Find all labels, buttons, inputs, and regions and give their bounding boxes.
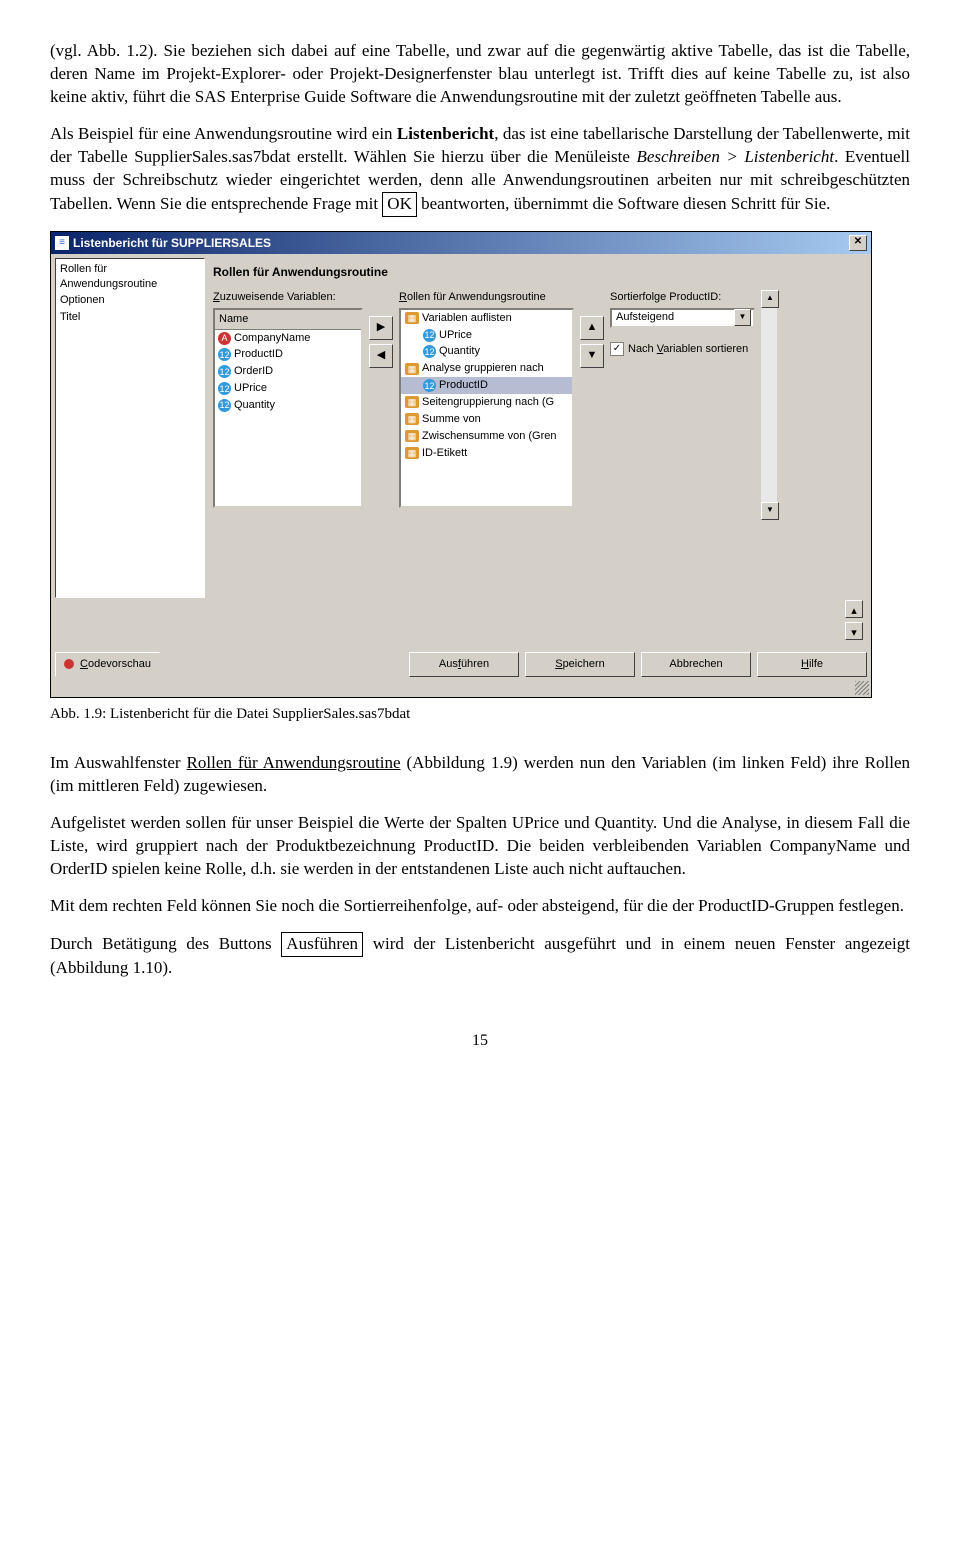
scroll-track[interactable] bbox=[761, 308, 777, 502]
var-orderid[interactable]: 12OrderID bbox=[215, 363, 361, 380]
underlined-term: Rollen für Anwendungsroutine bbox=[187, 753, 401, 772]
ok-button-ref: OK bbox=[382, 192, 417, 217]
code-preview-toggle[interactable]: Codevorschau bbox=[55, 652, 160, 677]
role-subtotal[interactable]: ▦Zwischensumme von (Gren bbox=[401, 428, 572, 445]
dialog-footer: Codevorschau Ausführen Speichern Abbrech… bbox=[51, 648, 871, 681]
num-var-icon: 12 bbox=[423, 329, 436, 342]
listbox-header[interactable]: Name bbox=[215, 310, 361, 330]
role-productid[interactable]: 12ProductID bbox=[401, 377, 572, 394]
category-nav[interactable]: Rollen für Anwendungsroutine Optionen Ti… bbox=[55, 258, 205, 598]
role-uprice[interactable]: 12UPrice bbox=[401, 327, 572, 344]
move-up-button[interactable]: ▲ bbox=[580, 316, 604, 340]
var-productid[interactable]: 12ProductID bbox=[215, 346, 361, 363]
save-button[interactable]: Speichern bbox=[525, 652, 635, 677]
text-run: Im Auswahlfenster bbox=[50, 753, 187, 772]
window-title: Listenbericht für SUPPLIERSALES bbox=[73, 235, 271, 251]
text-run: Als Beispiel für eine Anwendungsroutine … bbox=[50, 124, 397, 143]
body-paragraph: Aufgelistet werden sollen für unser Beis… bbox=[50, 812, 910, 881]
menu-path: Beschreiben > Listenbericht bbox=[636, 147, 834, 166]
roles-treeview[interactable]: ▦Variablen auflisten 12UPrice 12Quantity… bbox=[399, 308, 574, 508]
var-quantity[interactable]: 12Quantity bbox=[215, 397, 361, 414]
figure-caption: Abb. 1.9: Listenbericht für die Datei Su… bbox=[50, 704, 910, 724]
scroll-down-icon[interactable]: ▼ bbox=[761, 502, 779, 520]
num-var-icon: 12 bbox=[423, 345, 436, 358]
num-var-icon: 12 bbox=[218, 382, 231, 395]
listbericht-dialog: ≡ Listenbericht für SUPPLIERSALES ✕ Roll… bbox=[50, 231, 872, 698]
checkbox-label: Nach Variablen sortieren bbox=[628, 342, 748, 357]
group-icon: ▦ bbox=[405, 396, 419, 408]
scroll-up-icon[interactable]: ▲ bbox=[761, 290, 779, 308]
group-icon: ▦ bbox=[405, 413, 419, 425]
panel-heading: Rollen für Anwendungsroutine bbox=[213, 264, 863, 280]
term-listbericht: Listenbericht bbox=[397, 124, 494, 143]
label-sort: Sortierfolge ProductID: bbox=[610, 290, 755, 305]
main-panel: Rollen für Anwendungsroutine Zuzuweisend… bbox=[209, 258, 867, 644]
var-companyname[interactable]: ACompanyName bbox=[215, 330, 361, 347]
role-sum[interactable]: ▦Summe von bbox=[401, 411, 572, 428]
window-titlebar[interactable]: ≡ Listenbericht für SUPPLIERSALES ✕ bbox=[51, 232, 871, 254]
group-icon: ▦ bbox=[405, 430, 419, 442]
var-uprice[interactable]: 12UPrice bbox=[215, 380, 361, 397]
panel-scrollbar[interactable]: ▲ ▼ bbox=[761, 290, 777, 520]
dropdown-value: Aufsteigend bbox=[616, 310, 674, 325]
label-roles: Rollen für Anwendungsroutine bbox=[399, 290, 574, 305]
ausfuehren-button-ref: Ausführen bbox=[281, 932, 363, 957]
text-run: Durch Betätigung des Buttons bbox=[50, 934, 281, 953]
nav-item-optionen[interactable]: Optionen bbox=[58, 292, 202, 309]
role-groupby[interactable]: ▦Analyse gruppieren nach bbox=[401, 360, 572, 377]
help-button[interactable]: Hilfe bbox=[757, 652, 867, 677]
num-var-icon: 12 bbox=[218, 348, 231, 361]
scroll-up-small[interactable]: ▴ bbox=[845, 600, 863, 618]
body-paragraph: Mit dem rechten Feld können Sie noch die… bbox=[50, 895, 910, 918]
sort-order-dropdown[interactable]: Aufsteigend ▼ bbox=[610, 308, 755, 328]
variables-listbox[interactable]: Name ACompanyName 12ProductID 12OrderID … bbox=[213, 308, 363, 508]
text-run: beantworten, übernimmt die Software dies… bbox=[417, 194, 831, 213]
checkbox-icon[interactable]: ✓ bbox=[610, 342, 624, 356]
window-sys-icon[interactable]: ≡ bbox=[55, 236, 69, 250]
group-icon: ▦ bbox=[405, 363, 419, 375]
code-preview-label: Codevorschau bbox=[80, 657, 151, 672]
body-paragraph: Durch Betätigung des Buttons Ausführen w… bbox=[50, 932, 910, 980]
body-paragraph: Als Beispiel für eine Anwendungsroutine … bbox=[50, 123, 910, 217]
role-list-vars[interactable]: ▦Variablen auflisten bbox=[401, 310, 572, 327]
body-paragraph: Im Auswahlfenster Rollen für Anwendungsr… bbox=[50, 752, 910, 798]
group-icon: ▦ bbox=[405, 312, 419, 324]
close-button[interactable]: ✕ bbox=[849, 235, 867, 251]
role-pagegroup[interactable]: ▦Seitengruppierung nach (G bbox=[401, 394, 572, 411]
num-var-icon: 12 bbox=[423, 379, 436, 392]
label-assign-vars: Zuzuweisende Variablen: bbox=[213, 290, 363, 305]
text-var-icon: A bbox=[218, 332, 231, 345]
scroll-down-small[interactable]: ▾ bbox=[845, 622, 863, 640]
remove-button[interactable]: ◀ bbox=[369, 344, 393, 368]
num-var-icon: 12 bbox=[218, 365, 231, 378]
sort-by-vars-checkbox[interactable]: ✓ Nach Variablen sortieren bbox=[610, 342, 755, 357]
resize-grip[interactable] bbox=[51, 681, 871, 697]
nav-item-rollen[interactable]: Rollen für Anwendungsroutine bbox=[58, 261, 202, 293]
grip-icon bbox=[855, 681, 869, 695]
run-button[interactable]: Ausführen bbox=[409, 652, 519, 677]
dropdown-arrow-icon[interactable]: ▼ bbox=[734, 309, 751, 326]
role-idlabel[interactable]: ▦ID-Etikett bbox=[401, 445, 572, 462]
move-down-button[interactable]: ▼ bbox=[580, 344, 604, 368]
cancel-button[interactable]: Abbrechen bbox=[641, 652, 751, 677]
code-preview-icon bbox=[64, 659, 74, 669]
num-var-icon: 12 bbox=[218, 399, 231, 412]
nav-item-titel[interactable]: Titel bbox=[58, 309, 202, 326]
body-paragraph: (vgl. Abb. 1.2). Sie beziehen sich dabei… bbox=[50, 40, 910, 109]
group-icon: ▦ bbox=[405, 447, 419, 459]
add-button[interactable]: ▶ bbox=[369, 316, 393, 340]
page-number: 15 bbox=[50, 1030, 910, 1052]
role-quantity[interactable]: 12Quantity bbox=[401, 343, 572, 360]
